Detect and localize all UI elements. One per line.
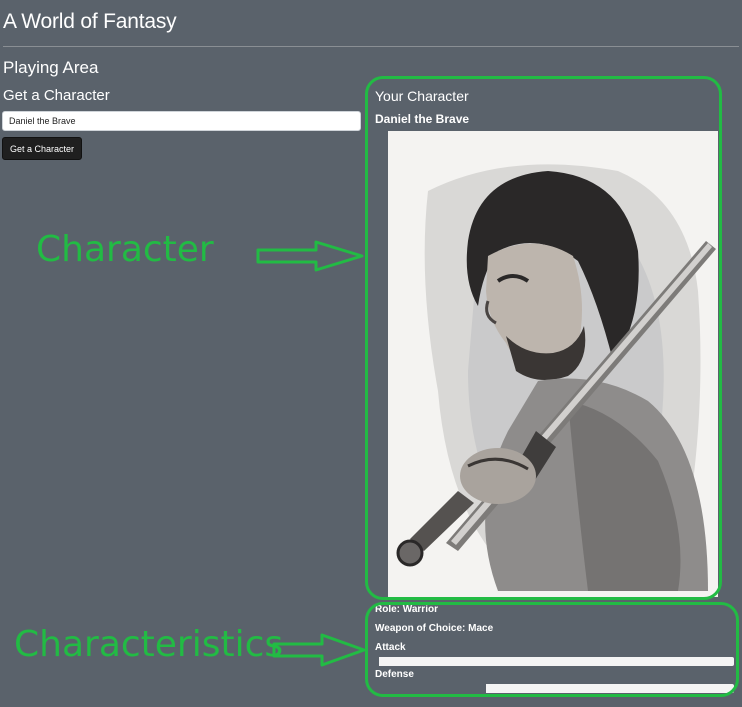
- title-divider: [3, 46, 739, 47]
- characteristics-arrow-icon: [272, 633, 366, 667]
- character-arrow-icon: [256, 240, 364, 272]
- character-name-input[interactable]: [2, 111, 361, 131]
- app-title: A World of Fantasy: [3, 10, 177, 33]
- page: A World of Fantasy Playing Area Get a Ch…: [0, 0, 742, 707]
- get-character-heading: Get a Character: [3, 87, 110, 104]
- get-character-button[interactable]: Get a Character: [2, 137, 83, 160]
- characteristics-annotation-label: Characteristics: [14, 624, 284, 665]
- playing-area-heading: Playing Area: [3, 58, 99, 77]
- characteristics-highlight-box: [365, 602, 739, 697]
- character-annotation-label: Character: [36, 229, 214, 270]
- character-highlight-box: [365, 76, 722, 600]
